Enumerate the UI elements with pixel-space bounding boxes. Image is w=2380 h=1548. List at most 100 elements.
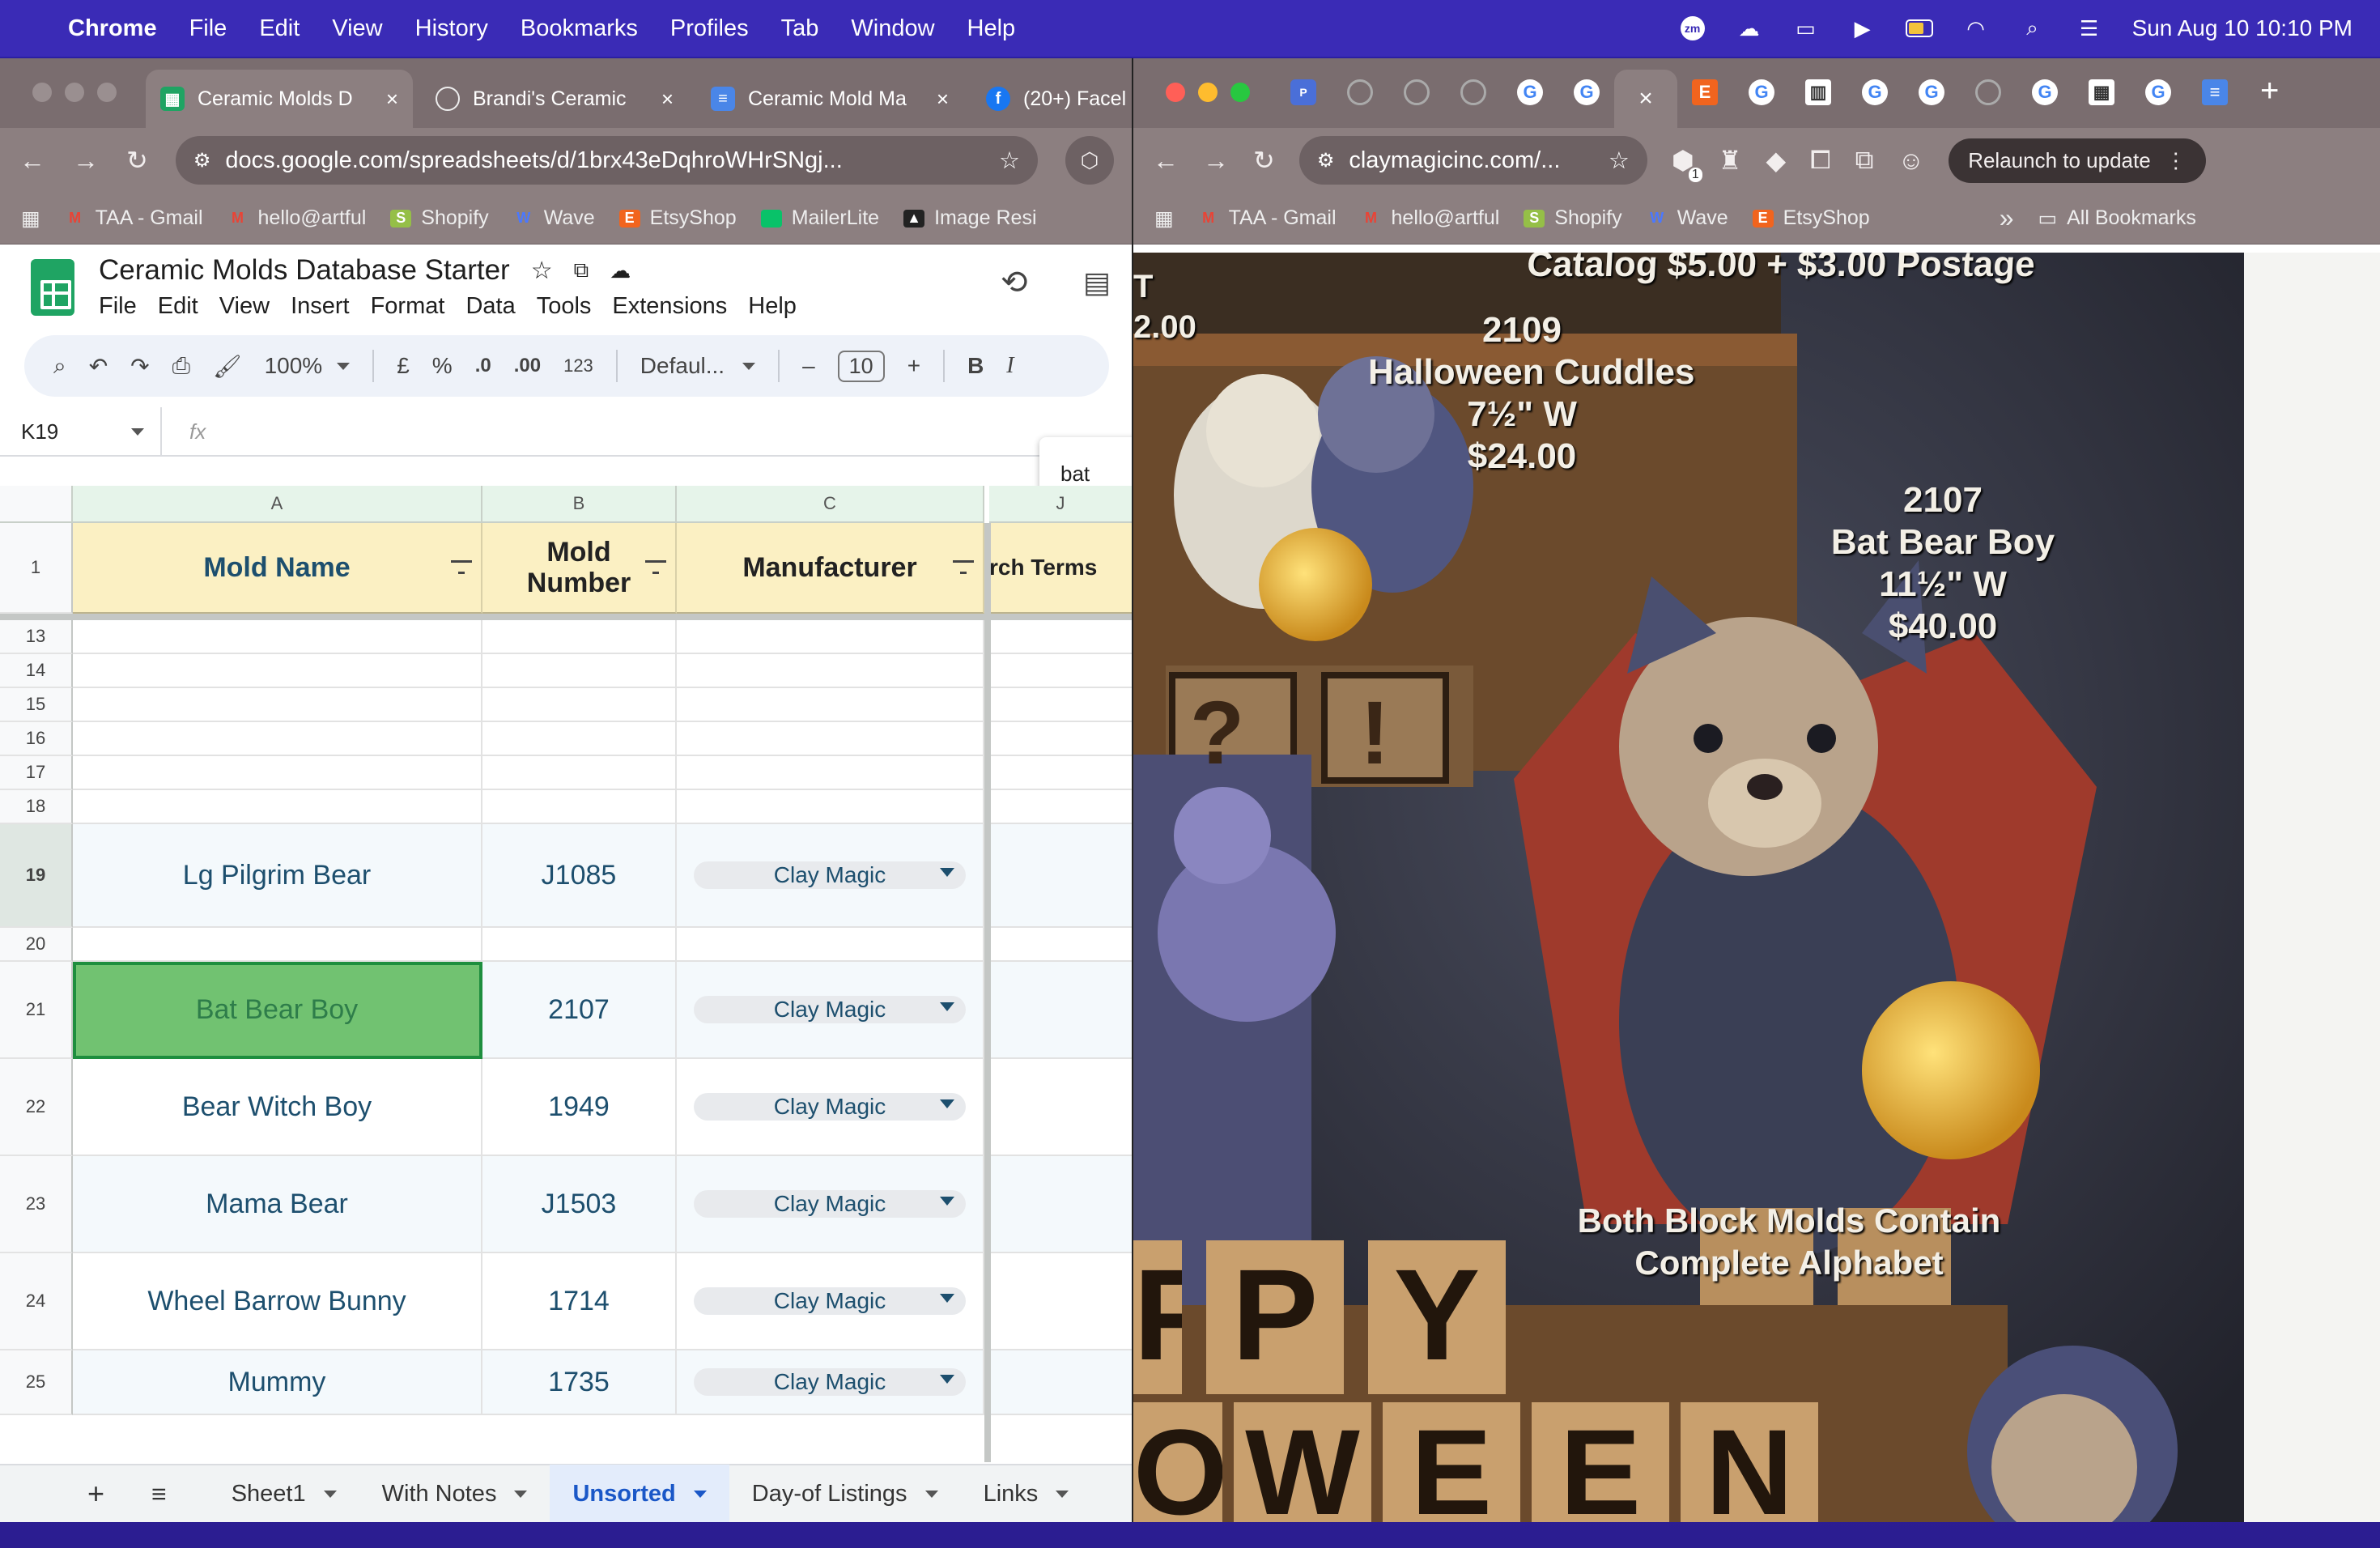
url-text[interactable]: docs.google.com/spreadsheets/d/1brx43eDq… — [225, 147, 984, 174]
tab-google-icon[interactable]: G — [2032, 79, 2058, 105]
sheet-tab-links[interactable]: Links — [961, 1465, 1092, 1522]
table-cell[interactable] — [991, 756, 1133, 790]
cell-mold-name[interactable]: Bear Witch Boy — [73, 1059, 482, 1156]
chevron-down-icon[interactable] — [940, 1099, 954, 1108]
reload-icon[interactable]: ↻ — [126, 145, 148, 176]
close-tab-icon[interactable]: × — [661, 87, 674, 112]
table-cell[interactable] — [482, 790, 677, 824]
tab-globe-icon[interactable] — [1975, 79, 2001, 105]
table-cell[interactable] — [482, 620, 677, 654]
zoom-window-button[interactable] — [97, 83, 117, 102]
tab-globe-icon[interactable] — [1347, 79, 1373, 105]
print-icon[interactable]: ⎙ — [172, 353, 190, 380]
bookmark-image-resizer[interactable]: ▲ Image Resi — [903, 206, 1037, 230]
sheet-tab-sheet1[interactable]: Sheet1 — [209, 1465, 359, 1522]
row-header[interactable]: 21 — [0, 962, 73, 1059]
cell-search-terms[interactable] — [991, 962, 1133, 1059]
address-bar[interactable]: ⚙ docs.google.com/spreadsheets/d/1brx43e… — [175, 136, 1038, 185]
manufacturer-dropdown-chip[interactable]: Clay Magic — [694, 1368, 966, 1396]
row-header-1[interactable]: 1 — [0, 523, 73, 614]
close-window-button[interactable] — [32, 83, 52, 102]
select-all-corner[interactable] — [0, 486, 73, 523]
bookmark-star-icon[interactable]: ☆ — [1609, 147, 1630, 175]
table-cell[interactable] — [73, 688, 482, 722]
table-cell[interactable] — [991, 790, 1133, 824]
bookmark-hello[interactable]: Mhello@artful — [1361, 206, 1499, 230]
chevron-down-icon[interactable] — [940, 1197, 954, 1206]
more-bookmarks-icon[interactable]: » — [2000, 203, 2014, 233]
table-cell[interactable] — [991, 654, 1133, 688]
tab-page-icon[interactable]: ▦ — [2089, 79, 2114, 105]
menu-view[interactable]: View — [219, 293, 270, 320]
table-cell[interactable] — [73, 790, 482, 824]
cell-mold-name[interactable] — [73, 928, 482, 962]
column-header-c[interactable]: C — [677, 486, 984, 523]
tab-picmonkey-icon[interactable]: P — [1290, 79, 1316, 105]
table-cell[interactable] — [677, 722, 984, 756]
table-cell[interactable] — [73, 654, 482, 688]
table-cell[interactable] — [482, 654, 677, 688]
cell-search-terms[interactable] — [991, 1156, 1133, 1253]
all-bookmarks-folder[interactable]: ▭ All Bookmarks — [2038, 206, 2195, 231]
find-input[interactable]: bat — [1060, 461, 1090, 486]
name-box[interactable]: K19 — [0, 407, 162, 456]
close-tab-icon[interactable]: × — [937, 87, 949, 112]
table-cell[interactable] — [677, 654, 984, 688]
row-header[interactable]: 15 — [0, 688, 73, 722]
table-cell[interactable] — [73, 756, 482, 790]
cell-mold-name[interactable]: Mummy — [73, 1350, 482, 1415]
row-header[interactable]: 17 — [0, 756, 73, 790]
cell-search-terms[interactable] — [991, 824, 1133, 928]
sheet-tab-unsorted[interactable]: Unsorted — [550, 1465, 729, 1522]
table-cell[interactable] — [73, 722, 482, 756]
close-window-button[interactable] — [1166, 83, 1185, 102]
bookmark-etsy[interactable]: E EtsyShop — [618, 206, 737, 230]
tab-docs-icon[interactable]: ≡ — [2202, 79, 2228, 105]
control-center-icon[interactable]: ☰ — [2076, 16, 2103, 40]
bookmark-gmail[interactable]: M TAA - Gmail — [1198, 206, 1336, 230]
cell-manufacturer[interactable]: Clay Magic — [677, 1059, 984, 1156]
back-icon[interactable]: ← — [19, 146, 45, 176]
bookmark-wave[interactable]: W Wave — [513, 206, 594, 230]
all-sheets-icon[interactable]: ≡ — [151, 1479, 167, 1509]
reload-icon[interactable]: ↻ — [1253, 145, 1275, 176]
table-cell[interactable] — [677, 790, 984, 824]
doc-title[interactable]: Ceramic Molds Database Starter — [99, 254, 510, 287]
sheets-logo-icon[interactable] — [31, 259, 74, 316]
tab-ceramic-molds[interactable]: ▦ Ceramic Molds D × — [146, 70, 413, 128]
site-info-icon[interactable]: ⚙ — [193, 149, 211, 172]
tab-page-icon[interactable]: ▥ — [1805, 79, 1831, 105]
tab-search-icon[interactable]: ⧉ — [1855, 145, 1874, 176]
back-icon[interactable]: ← — [1153, 146, 1179, 176]
manufacturer-dropdown-chip[interactable]: Clay Magic — [694, 1287, 966, 1315]
increase-font-size-button[interactable]: + — [907, 353, 920, 379]
cell-manufacturer[interactable] — [677, 928, 984, 962]
close-tab-icon[interactable]: × — [1638, 85, 1653, 113]
play-icon[interactable]: ▶ — [1849, 16, 1876, 40]
cell-search-terms[interactable] — [991, 1059, 1133, 1156]
bookmark-shopify[interactable]: S Shopify — [1524, 206, 1622, 230]
chevron-down-icon[interactable] — [940, 1375, 954, 1384]
decrease-font-size-button[interactable]: – — [802, 353, 815, 379]
row-header[interactable]: 14 — [0, 654, 73, 688]
table-cell[interactable] — [991, 688, 1133, 722]
tab-google-icon[interactable]: G — [1919, 79, 1944, 105]
tab-facebook[interactable]: f (20+) Facel — [971, 70, 1133, 128]
cell-manufacturer[interactable]: Clay Magic — [677, 962, 984, 1059]
filter-icon[interactable] — [952, 560, 975, 576]
menu-view[interactable]: View — [332, 15, 382, 42]
table-cell[interactable] — [677, 756, 984, 790]
puzzle-icon[interactable]: ⧠ — [1810, 145, 1831, 176]
forward-icon[interactable]: → — [73, 146, 99, 176]
tab-active-close-icon[interactable]: × — [1614, 70, 1677, 128]
tab-google-icon[interactable]: G — [1862, 79, 1888, 105]
table-cell[interactable] — [991, 722, 1133, 756]
chevron-down-icon[interactable] — [940, 868, 954, 877]
table-cell[interactable] — [991, 620, 1133, 654]
tab-etsy-icon[interactable]: E — [1692, 79, 1718, 105]
cloud-saved-icon[interactable]: ☁ — [610, 258, 631, 283]
minimize-window-button[interactable] — [65, 83, 84, 102]
bookmark-etsy[interactable]: E EtsyShop — [1752, 206, 1870, 230]
manufacturer-dropdown-chip[interactable]: Clay Magic — [694, 1190, 966, 1218]
currency-button[interactable]: £ — [397, 353, 410, 379]
